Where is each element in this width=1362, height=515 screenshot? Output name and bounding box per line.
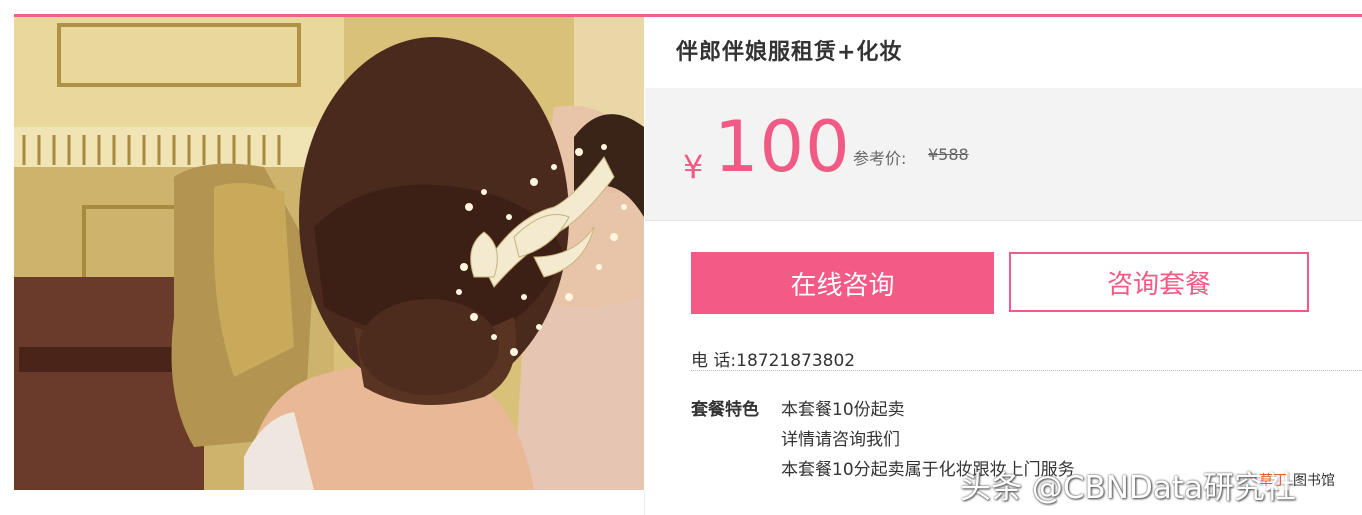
reference-price-value: ¥588 bbox=[928, 145, 969, 164]
price-value: 100 bbox=[714, 106, 851, 188]
photo-caption-strip bbox=[14, 490, 645, 515]
watermark-logo: 草丁 bbox=[1257, 470, 1289, 490]
feature-line: 本套餐10份起卖 bbox=[781, 400, 905, 420]
divider bbox=[691, 370, 1362, 371]
watermark-text: 头条 @CBNData研究社 bbox=[960, 470, 1296, 506]
feature-line: 详情请咨询我们 bbox=[781, 430, 900, 450]
phone-number: 电 话:18721873802 bbox=[691, 351, 856, 371]
package-features-label: 套餐特色 bbox=[691, 400, 759, 420]
product-photo bbox=[14, 17, 644, 490]
consult-online-button[interactable]: 在线咨询 bbox=[691, 252, 994, 314]
consult-package-button[interactable]: 咨询套餐 bbox=[1009, 252, 1309, 312]
watermark-logo-text: 图书馆 bbox=[1293, 470, 1335, 490]
product-title: 伴郎伴娘服租赁+化妆 bbox=[676, 40, 903, 65]
currency-symbol: ¥ bbox=[683, 148, 704, 186]
reference-price-label: 参考价: bbox=[853, 149, 907, 168]
